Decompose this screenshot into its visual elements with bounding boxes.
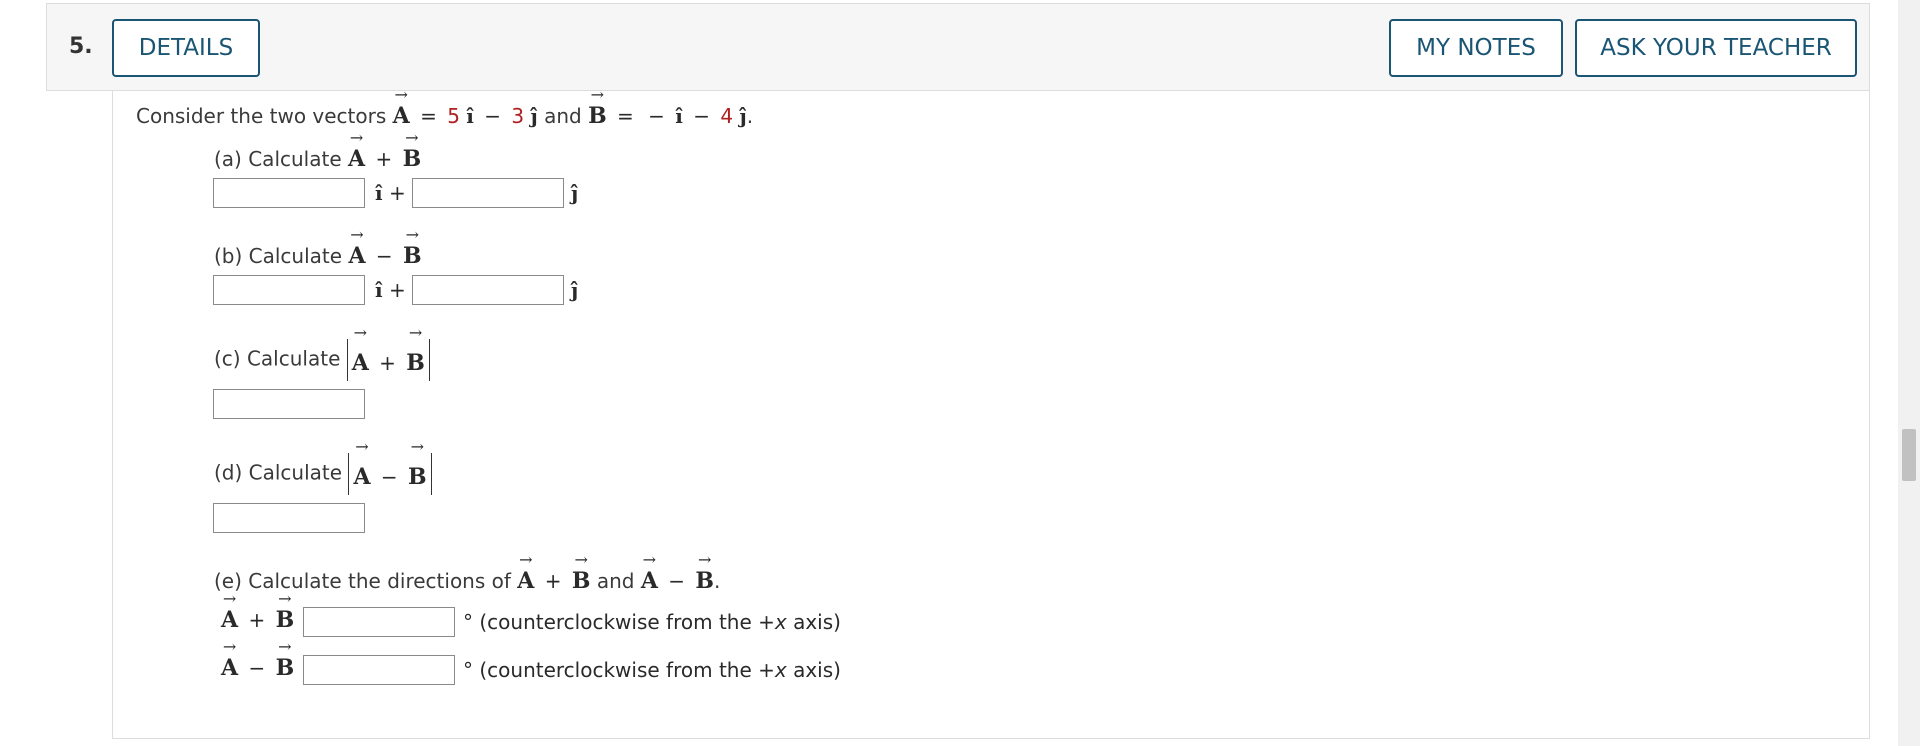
part-e-sum-input[interactable] [303,607,455,637]
vector-b: → B [695,550,714,595]
part-b-label: (b) Calculate [214,244,343,268]
and-text: and [596,569,635,593]
vector-a: → A [640,550,658,595]
part-b-i-input[interactable] [213,275,365,305]
b-y-component: 4 [720,104,734,128]
vector-a: → A [517,550,535,595]
magnitude-bars: → A − → B [348,439,432,495]
part-d-input[interactable] [213,503,365,533]
vector-a: → A [392,85,410,130]
minus-sign: − [380,465,398,489]
magnitude-bars: → A + → B [346,325,430,381]
ask-your-teacher-button[interactable]: ASK YOUR TEACHER [1575,19,1857,77]
vector-a: → A [353,437,371,491]
part-c-input[interactable] [213,389,365,419]
minus-sign: − [248,656,266,680]
a-y-component: 3 [511,104,525,128]
minus-sign: − [375,244,393,268]
vector-a: → A [348,128,366,173]
vector-a: → A [221,637,239,682]
page-scrollbar[interactable] [1898,0,1920,746]
part-a-i-suffix: î + [375,181,406,205]
and-text: and [544,104,582,128]
vector-a: → A [351,323,369,377]
minus-sign: − [484,104,502,128]
part-c-label: (c) Calculate [214,346,341,371]
part-b-prompt: (b) Calculate → A − → B [214,225,422,270]
part-e-sum-unit: ° (counterclockwise from the +x axis) [463,610,841,634]
part-a-label: (a) Calculate [214,147,342,171]
i-hat: î [675,104,683,128]
vector-b: → B [571,550,591,595]
part-d-prompt: (d) Calculate → A − → B [214,439,432,495]
vector-a: → A [348,225,366,270]
part-e-diff-input[interactable] [303,655,455,685]
vector-b: → B [406,323,425,377]
plus-sign: + [248,608,266,632]
part-c-prompt: (c) Calculate → A + → B [214,325,430,381]
minus-sign: − [693,104,711,128]
part-d-label: (d) Calculate [214,460,343,485]
scrollbar-thumb[interactable] [1902,429,1916,481]
my-notes-button[interactable]: MY NOTES [1389,19,1563,77]
equals-sign: = [420,104,437,128]
vector-b: → B [402,128,422,173]
vector-a: → A [221,589,239,634]
question-number: 5. [69,34,93,59]
plus-sign: + [375,147,393,171]
negative-sign: − [648,104,665,128]
part-e-diff-label: → A − → B [221,637,295,682]
period: . [713,569,721,593]
part-e-label: (e) Calculate the directions of [214,569,511,593]
intro-text: Consider the two vectors [136,104,387,128]
details-button[interactable]: DETAILS [112,19,260,77]
part-a-i-input[interactable] [213,178,365,208]
vector-b: → B [588,85,607,130]
part-e-diff-unit: ° (counterclockwise from the +x axis) [463,658,841,682]
equals-sign: = [617,104,634,128]
plus-sign: + [544,569,562,593]
question-body: Consider the two vectors → A = 5 î − 3 ĵ … [112,85,1870,739]
part-b-i-suffix: î + [375,278,406,302]
vector-b: → B [275,637,295,682]
vector-b: → B [408,437,427,491]
plus-sign: + [379,351,396,375]
vector-b: → B [403,225,422,270]
part-a-prompt: (a) Calculate → A + → B [214,128,422,173]
part-b-j-input[interactable] [412,275,564,305]
part-b-j-suffix: ĵ [571,278,579,302]
j-hat: ĵ [530,104,538,128]
j-hat: ĵ [739,104,747,128]
minus-sign: − [668,569,686,593]
vector-b: → B [275,589,295,634]
a-x-component: 5 [447,104,460,128]
part-a-j-suffix: ĵ [571,181,579,205]
problem-statement: Consider the two vectors → A = 5 î − 3 ĵ … [136,85,754,130]
part-e-sum-label: → A + → B [221,589,295,634]
question-header: 5. DETAILS MY NOTES ASK YOUR TEACHER [46,3,1870,91]
part-a-j-input[interactable] [412,178,564,208]
i-hat: î [466,104,474,128]
period: . [746,104,754,128]
